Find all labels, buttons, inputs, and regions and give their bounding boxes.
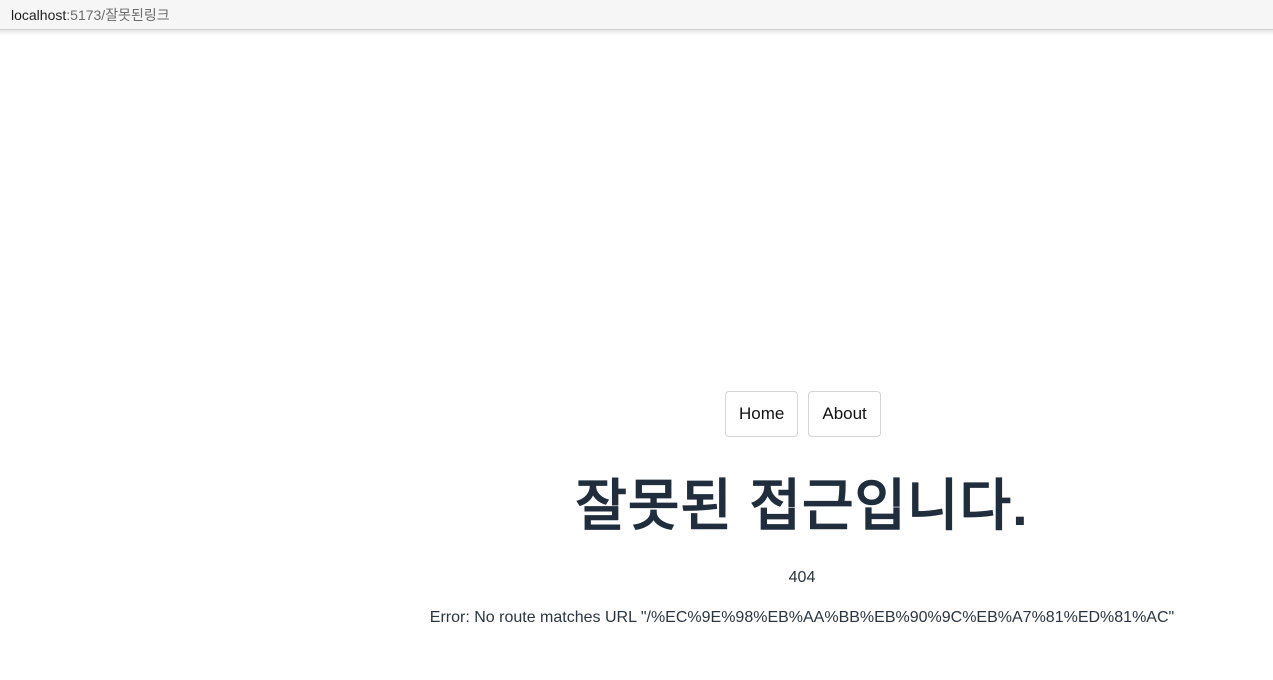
- address-bar[interactable]: localhost:5173/잘못된링크: [0, 0, 1273, 30]
- error-message: Error: No route matches URL "/%EC%9E%98%…: [429, 609, 1175, 626]
- url-text[interactable]: localhost:5173/잘못된링크: [11, 6, 170, 24]
- address-bar-divider: [0, 30, 1273, 35]
- home-button[interactable]: Home: [725, 391, 799, 437]
- url-path: :5173/잘못된링크: [66, 7, 170, 23]
- status-code: 404: [788, 569, 816, 586]
- url-host: localhost: [11, 7, 67, 23]
- page-title: 잘못된 접근입니다.: [575, 474, 1029, 537]
- main-nav: Home About: [725, 391, 881, 437]
- about-button[interactable]: About: [808, 391, 881, 437]
